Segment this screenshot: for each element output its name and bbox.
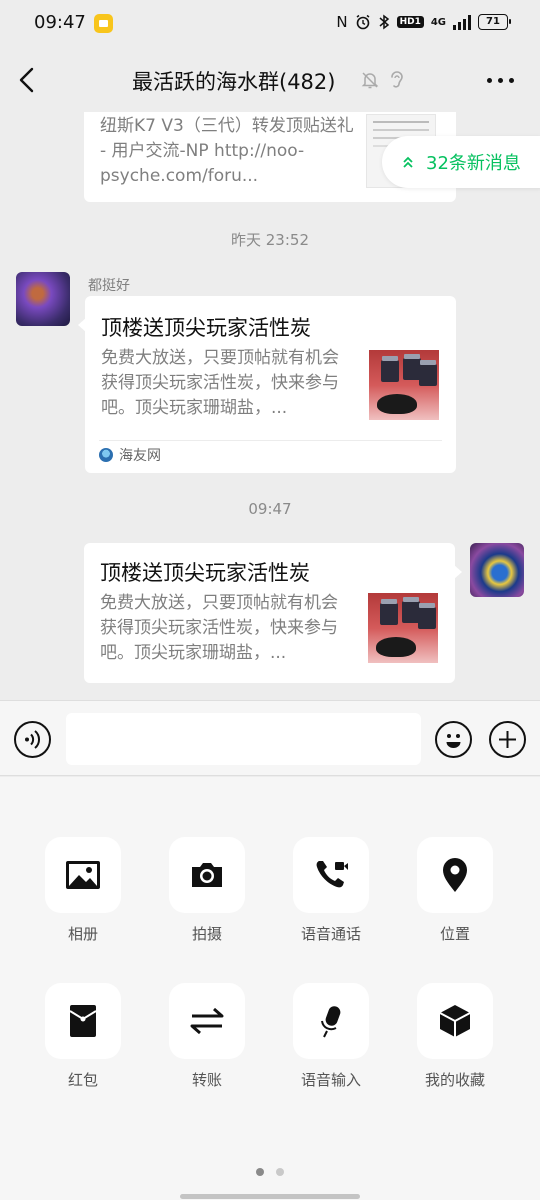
voice-call-icon bbox=[316, 861, 348, 888]
voice-wave-icon bbox=[25, 730, 41, 749]
camera-icon bbox=[192, 863, 222, 887]
input-bar bbox=[0, 700, 540, 776]
tool-tile[interactable] bbox=[417, 837, 493, 913]
source-name: 海友网 bbox=[119, 448, 161, 464]
page-indicator bbox=[0, 1168, 540, 1176]
bubble-tail bbox=[454, 565, 462, 579]
card-thumbnail bbox=[368, 593, 438, 663]
tool-voice-input[interactable]: 语音输入 bbox=[276, 983, 386, 1090]
page-dot bbox=[276, 1168, 284, 1176]
tool-label: 红包 bbox=[67, 1071, 98, 1089]
tool-label: 语音输入 bbox=[300, 1071, 361, 1089]
tool-transfer[interactable]: 转账 bbox=[152, 983, 262, 1090]
tool-tile[interactable] bbox=[293, 837, 369, 913]
tool-label: 相册 bbox=[67, 925, 98, 943]
page-dot-active bbox=[256, 1168, 264, 1176]
card-divider bbox=[99, 440, 442, 441]
mute-bell-icon bbox=[361, 72, 379, 89]
home-indicator[interactable] bbox=[180, 1194, 360, 1199]
tool-label: 拍摄 bbox=[191, 925, 222, 943]
status-icons: N HD1 4G 71 bbox=[336, 12, 511, 32]
favorites-cube-icon bbox=[439, 1005, 471, 1037]
tool-label: 我的收藏 bbox=[424, 1071, 485, 1089]
card-title: 顶楼送顶尖玩家活性炭 bbox=[101, 316, 311, 340]
tool-location[interactable]: 位置 bbox=[400, 837, 510, 944]
location-icon bbox=[443, 858, 467, 892]
transfer-icon bbox=[190, 1007, 224, 1035]
message-timestamp: 09:47 bbox=[248, 500, 292, 518]
chat-title: 最活跃的海水群(482) bbox=[132, 70, 336, 94]
plus-icon bbox=[499, 731, 516, 748]
bluetooth-icon bbox=[379, 14, 389, 30]
avatar[interactable] bbox=[16, 272, 70, 326]
tool-tile[interactable] bbox=[169, 837, 245, 913]
tool-tile[interactable] bbox=[45, 837, 121, 913]
avatar[interactable] bbox=[470, 543, 524, 597]
function-panel: 相册 拍摄 语音通话 位置 红包 转账 语音输入 我的收藏 bbox=[0, 777, 540, 1200]
network-type: 4G bbox=[430, 16, 446, 28]
tool-red-packet[interactable]: 红包 bbox=[28, 983, 138, 1090]
earpiece-icon bbox=[391, 71, 403, 88]
status-time: 09:47 bbox=[34, 12, 86, 33]
tool-voice-call[interactable]: 语音通话 bbox=[276, 837, 386, 944]
back-icon[interactable] bbox=[16, 66, 40, 94]
card-source: 海友网 bbox=[99, 445, 161, 465]
tool-favorites[interactable]: 我的收藏 bbox=[400, 983, 510, 1090]
card-description: 免费大放送，只要顶帖就有机会获得顶尖玩家活性炭，快来参与吧。顶尖玩家珊瑚盐，..… bbox=[100, 593, 338, 663]
red-packet-icon bbox=[69, 1005, 97, 1037]
tool-tile[interactable] bbox=[417, 983, 493, 1059]
battery-level: 71 bbox=[486, 16, 500, 27]
link-card-message[interactable]: 顶楼送顶尖玩家活性炭 免费大放送，只要顶帖就有机会获得顶尖玩家活性炭，快来参与吧… bbox=[78, 296, 456, 473]
double-chevron-up-icon bbox=[403, 156, 413, 168]
tool-label: 转账 bbox=[191, 1071, 222, 1089]
microphone-icon bbox=[321, 1006, 341, 1038]
tool-label: 语音通话 bbox=[300, 925, 361, 943]
tool-album[interactable]: 相册 bbox=[28, 837, 138, 944]
new-messages-button[interactable]: 32条新消息 bbox=[382, 136, 540, 188]
hd-badge: HD1 bbox=[396, 16, 424, 28]
emoji-icon bbox=[446, 734, 461, 748]
link-card-message[interactable]: 顶楼送顶尖玩家活性炭 免费大放送，只要顶帖就有机会获得顶尖玩家活性炭，快来参与吧… bbox=[84, 543, 462, 683]
notification-app-icon bbox=[94, 14, 113, 33]
chat-messages[interactable]: 纽斯K7 V3（三代）转发顶贴送礼 - 用户交流-NP http://noo-p… bbox=[0, 112, 540, 700]
new-messages-label: 32条新消息 bbox=[426, 153, 521, 174]
status-bar: 09:47 N HD1 4G 71 bbox=[0, 0, 540, 48]
tool-tile[interactable] bbox=[169, 983, 245, 1059]
source-logo-icon bbox=[99, 448, 113, 462]
tool-camera[interactable]: 拍摄 bbox=[152, 837, 262, 944]
card-description: 纽斯K7 V3（三代）转发顶贴送礼 - 用户交流-NP http://noo-p… bbox=[100, 116, 354, 186]
more-options-icon[interactable] bbox=[487, 78, 514, 83]
message-timestamp: 昨天 23:52 bbox=[231, 231, 309, 249]
nfc-icon: N bbox=[336, 13, 348, 31]
title-bar: 最活跃的海水群(482) bbox=[0, 48, 540, 112]
battery-icon: 71 bbox=[478, 14, 511, 30]
photo-icon bbox=[66, 861, 100, 889]
card-thumbnail bbox=[369, 350, 439, 420]
more-functions-button[interactable] bbox=[489, 721, 526, 758]
tool-tile[interactable] bbox=[45, 983, 121, 1059]
tool-tile[interactable] bbox=[293, 983, 369, 1059]
card-title: 顶楼送顶尖玩家活性炭 bbox=[100, 561, 310, 585]
tool-label: 位置 bbox=[439, 925, 470, 943]
emoji-button[interactable] bbox=[435, 721, 472, 758]
voice-mode-button[interactable] bbox=[14, 721, 51, 758]
bubble-tail bbox=[78, 318, 86, 332]
card-description: 免费大放送，只要顶帖就有机会获得顶尖玩家活性炭，快来参与吧。顶尖玩家珊瑚盐，..… bbox=[101, 348, 339, 418]
sender-name: 都挺好 bbox=[88, 278, 130, 294]
message-input[interactable] bbox=[66, 713, 421, 765]
alarm-icon bbox=[356, 14, 370, 30]
signal-icon bbox=[453, 14, 471, 30]
